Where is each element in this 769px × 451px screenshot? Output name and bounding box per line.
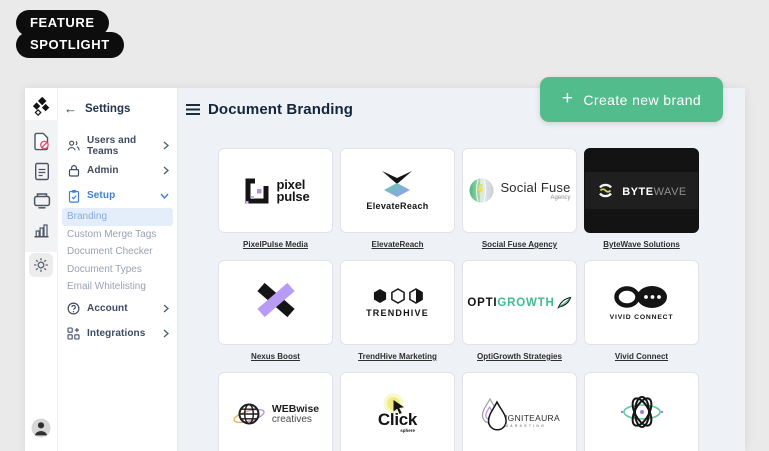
user-avatar-icon[interactable]	[31, 418, 51, 443]
brand-cell: IGNITEAURAMARKETING	[462, 372, 577, 451]
nav-item-label: Admin	[87, 165, 156, 176]
nav-subitem-document-checker[interactable]: Document Checker	[58, 243, 177, 261]
nav-subitem-document-types[interactable]: Document Types	[58, 261, 177, 279]
brand-card-elevatereach[interactable]: ElevateReach	[340, 148, 455, 233]
settings-sidebar: ← Settings Users and Teams Admin Setup Br…	[58, 88, 178, 451]
clipboard-icon	[67, 189, 80, 203]
brand-name-link[interactable]: TrendHive Marketing	[358, 352, 437, 361]
brand-card-click[interactable]: Click sphere	[340, 372, 455, 451]
brand-cell: BYTEWAVE ByteWave Solutions	[584, 148, 699, 260]
page: FEATURE SPOTLIGHT + Create new brand	[0, 0, 769, 451]
brand-card-bytewave[interactable]: BYTEWAVE	[584, 148, 699, 233]
brand-name-link[interactable]: PixelPulse Media	[243, 240, 308, 249]
feature-spotlight-badge: FEATURE SPOTLIGHT	[16, 10, 124, 58]
nav-item-label: Users and Teams	[87, 135, 156, 157]
brand-name-link[interactable]: Nexus Boost	[251, 352, 300, 361]
brand-card-socialfuse[interactable]: Social FuseAgency	[462, 148, 577, 233]
brand-cell: OPTIGROWTH OptiGrowth Strategies	[462, 260, 577, 372]
brand-card-optigrowth[interactable]: OPTIGROWTH	[462, 260, 577, 345]
nav-item-label: Integrations	[87, 328, 156, 339]
brand-cell: Nexus Boost	[218, 260, 333, 372]
igniteaura-logo: IGNITEAURAMARKETING	[479, 397, 560, 433]
settings-nav-items: Users and Teams Admin Setup BrandingCusto…	[58, 133, 177, 346]
brand-card-trendhive[interactable]: TRENDHIVE	[340, 260, 455, 345]
brand-cell: VIVID CONNECT Vivid Connect	[584, 260, 699, 372]
brand-cell: Click sphere	[340, 372, 455, 451]
gear-icon[interactable]	[29, 253, 53, 277]
nav-item-integrations[interactable]: Integrations	[58, 321, 177, 346]
icon-rail	[25, 88, 58, 451]
app-window: ← Settings Users and Teams Admin Setup Br…	[25, 88, 745, 451]
vivid-logo: VIVID CONNECT	[610, 284, 674, 321]
brand-card-atom[interactable]	[584, 372, 699, 451]
nav-item-users-and-teams[interactable]: Users and Teams	[58, 133, 177, 158]
brand-cell: pixelpulse PixelPulse Media	[218, 148, 333, 260]
socialfuse-logo: Social FuseAgency	[468, 177, 570, 204]
plus-icon: +	[562, 88, 574, 110]
brand-cell: Social FuseAgency Social Fuse Agency	[462, 148, 577, 260]
brand-card-vivid[interactable]: VIVID CONNECT	[584, 260, 699, 345]
brand-grid: pixelpulse PixelPulse Media ElevateReach…	[218, 148, 699, 451]
nav-item-account[interactable]: Account	[58, 296, 177, 321]
trendhive-logo: TRENDHIVE	[366, 288, 429, 318]
chevron-right-icon	[163, 166, 169, 175]
back-arrow-icon[interactable]: ←	[64, 101, 77, 116]
brand-card-webwise[interactable]: WEBwisecreatives	[218, 372, 333, 451]
nexus-logo	[254, 282, 298, 323]
nav-item-setup[interactable]: Setup	[58, 183, 177, 208]
integrations-icon	[67, 327, 80, 340]
brand-name-link[interactable]: Social Fuse Agency	[482, 240, 557, 249]
brand-cell	[584, 372, 699, 451]
brand-cell: WEBwisecreatives	[218, 372, 333, 451]
optigrowth-logo: OPTIGROWTH	[467, 296, 571, 309]
brand-card-igniteaura[interactable]: IGNITEAURAMARKETING	[462, 372, 577, 451]
bytewave-logo: BYTEWAVE	[585, 172, 698, 209]
users-icon	[67, 139, 80, 152]
bar-chart-icon[interactable]	[30, 218, 54, 242]
brand-cell: TRENDHIVE TrendHive Marketing	[340, 260, 455, 372]
brand-name-link[interactable]: ByteWave Solutions	[603, 240, 680, 249]
brand-name-link[interactable]: Vivid Connect	[615, 352, 668, 361]
webwise-logo: WEBwisecreatives	[232, 401, 319, 429]
main-content: Document Branding pixelpulse PixelPulse …	[178, 88, 745, 451]
nav-item-label: Setup	[87, 190, 153, 201]
chevron-right-icon	[163, 304, 169, 313]
pixelpulse-logo: pixelpulse	[242, 176, 310, 206]
help-circle-icon	[67, 302, 80, 315]
nav-item-label: Account	[87, 303, 156, 314]
brand-card-pixelpulse[interactable]: pixelpulse	[218, 148, 333, 233]
brand-name-link[interactable]: OptiGrowth Strategies	[477, 352, 562, 361]
click-logo: Click sphere	[378, 397, 417, 433]
brand-name-link[interactable]: ElevateReach	[371, 240, 423, 249]
settings-header: ← Settings	[58, 101, 177, 116]
settings-title: Settings	[85, 103, 130, 115]
create-new-brand-button[interactable]: + Create new brand	[540, 77, 723, 122]
chevron-down-icon	[160, 193, 169, 199]
elevatereach-logo: ElevateReach	[366, 170, 428, 211]
document-file-icon[interactable]	[30, 159, 54, 183]
nav-subitem-email-whitelisting[interactable]: Email Whitelisting	[58, 278, 177, 296]
printer-icon[interactable]	[30, 189, 54, 213]
nav-subitem-branding[interactable]: Branding	[62, 208, 173, 226]
nav-subitem-custom-merge-tags[interactable]: Custom Merge Tags	[58, 226, 177, 244]
hamburger-icon[interactable]	[185, 103, 201, 116]
brand-cell: ElevateReach ElevateReach	[340, 148, 455, 260]
lock-icon	[67, 164, 80, 177]
chevron-right-icon	[163, 141, 169, 150]
create-new-brand-label: Create new brand	[583, 92, 701, 108]
page-title: Document Branding	[208, 101, 353, 118]
nav-item-admin[interactable]: Admin	[58, 158, 177, 183]
spotlight-line2: SPOTLIGHT	[16, 32, 124, 58]
atom-logo	[619, 389, 665, 440]
document-error-icon[interactable]	[30, 130, 54, 154]
brand-card-nexus[interactable]	[218, 260, 333, 345]
chevron-right-icon	[163, 329, 169, 338]
rail-icon-strip	[25, 120, 58, 252]
